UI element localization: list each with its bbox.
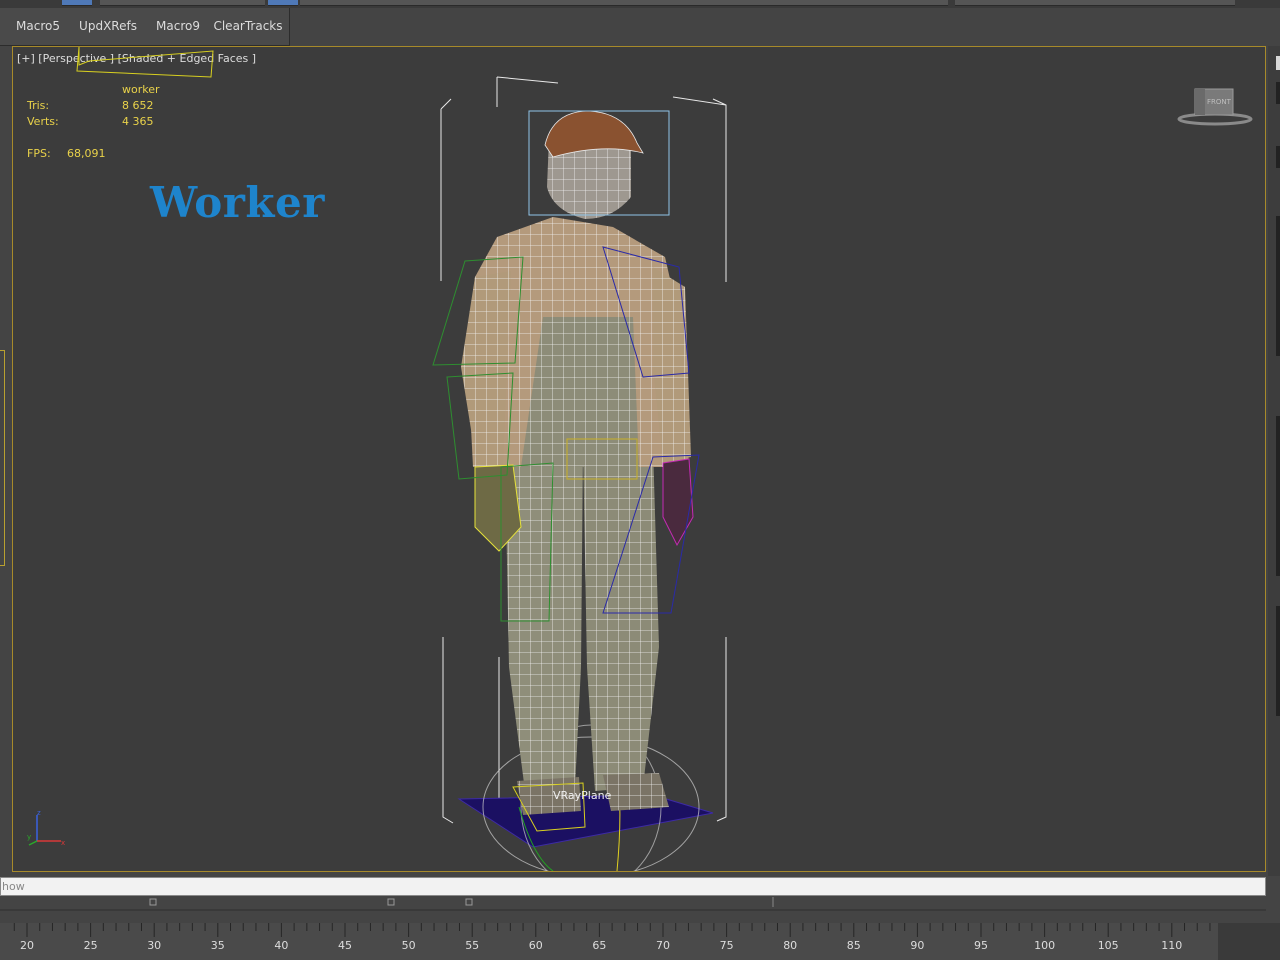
top-strip-field[interactable]: [955, 0, 1235, 6]
ruler-tick-label: 95: [974, 939, 988, 952]
ruler-tick-label: 110: [1161, 939, 1183, 952]
ruler-tick-label: 75: [719, 939, 734, 952]
left-panel-edge[interactable]: [0, 350, 5, 566]
ruler-tick-label: 85: [846, 939, 861, 952]
ruler-tick-label: 80: [783, 939, 798, 952]
ruler-tick-label: 50: [401, 939, 416, 952]
updxrefs-button[interactable]: UpdXRefs: [76, 8, 140, 45]
ruler-tick-label: 100: [1034, 939, 1056, 952]
vray-plane-label: VRayPlane: [553, 789, 612, 802]
perspective-viewport[interactable]: [+] [Perspective ] [Shaded + Edged Faces…: [12, 46, 1266, 872]
track-bar-markers: [0, 897, 1266, 911]
viewcube-icon[interactable]: FRONT: [1173, 83, 1253, 127]
ruler-tick-label: 20: [20, 939, 34, 952]
cleartracks-button[interactable]: ClearTracks: [212, 8, 284, 45]
viewcube-face-label: FRONT: [1207, 98, 1232, 106]
maxscript-listener-input[interactable]: how: [0, 877, 1266, 896]
ruler-tick-label: 55: [465, 939, 480, 952]
top-strip-field[interactable]: [300, 0, 948, 6]
ruler-tick-label: 25: [83, 939, 98, 952]
ruler-tick-label: 45: [338, 939, 352, 952]
track-bar[interactable]: [0, 897, 1266, 923]
macro-toolbar: Macro5 UpdXRefs Macro9 ClearTracks: [0, 8, 290, 46]
top-strip-field[interactable]: [100, 0, 265, 6]
worker-model-render[interactable]: VRayPlane: [13, 47, 1265, 871]
top-strip-tab[interactable]: [62, 0, 92, 6]
svg-text:y: y: [27, 833, 31, 841]
ruler-tick-label: 30: [147, 939, 162, 952]
time-ruler[interactable]: 20 25 30 35 40 45 50 55 60 65 70 75 80 85 90 95 100 105 11…: [0, 923, 1218, 960]
vray-plane[interactable]: [457, 794, 714, 848]
ruler-tick-label: 40: [274, 939, 289, 952]
ruler-tick-label: 90: [910, 939, 925, 952]
top-strip-tab[interactable]: [268, 0, 298, 6]
svg-text:x: x: [61, 839, 65, 847]
svg-text:z: z: [37, 809, 41, 817]
ruler-tick-label: 70: [656, 939, 670, 952]
macro5-button[interactable]: Macro5: [10, 8, 66, 45]
top-toolbar-strip: [0, 0, 1280, 8]
right-command-panel-edge[interactable]: [1268, 46, 1280, 876]
macro9-button[interactable]: Macro9: [150, 8, 206, 45]
ruler-tick-label: 65: [592, 939, 607, 952]
ruler-tick-marks: [13, 923, 1211, 937]
axis-tripod-icon: z x y: [27, 809, 65, 847]
ruler-tick-label: 105: [1097, 939, 1119, 952]
ruler-tick-label: 35: [210, 939, 225, 952]
ruler-tick-label: 60: [528, 939, 543, 952]
time-controls-edge[interactable]: [1218, 923, 1280, 960]
